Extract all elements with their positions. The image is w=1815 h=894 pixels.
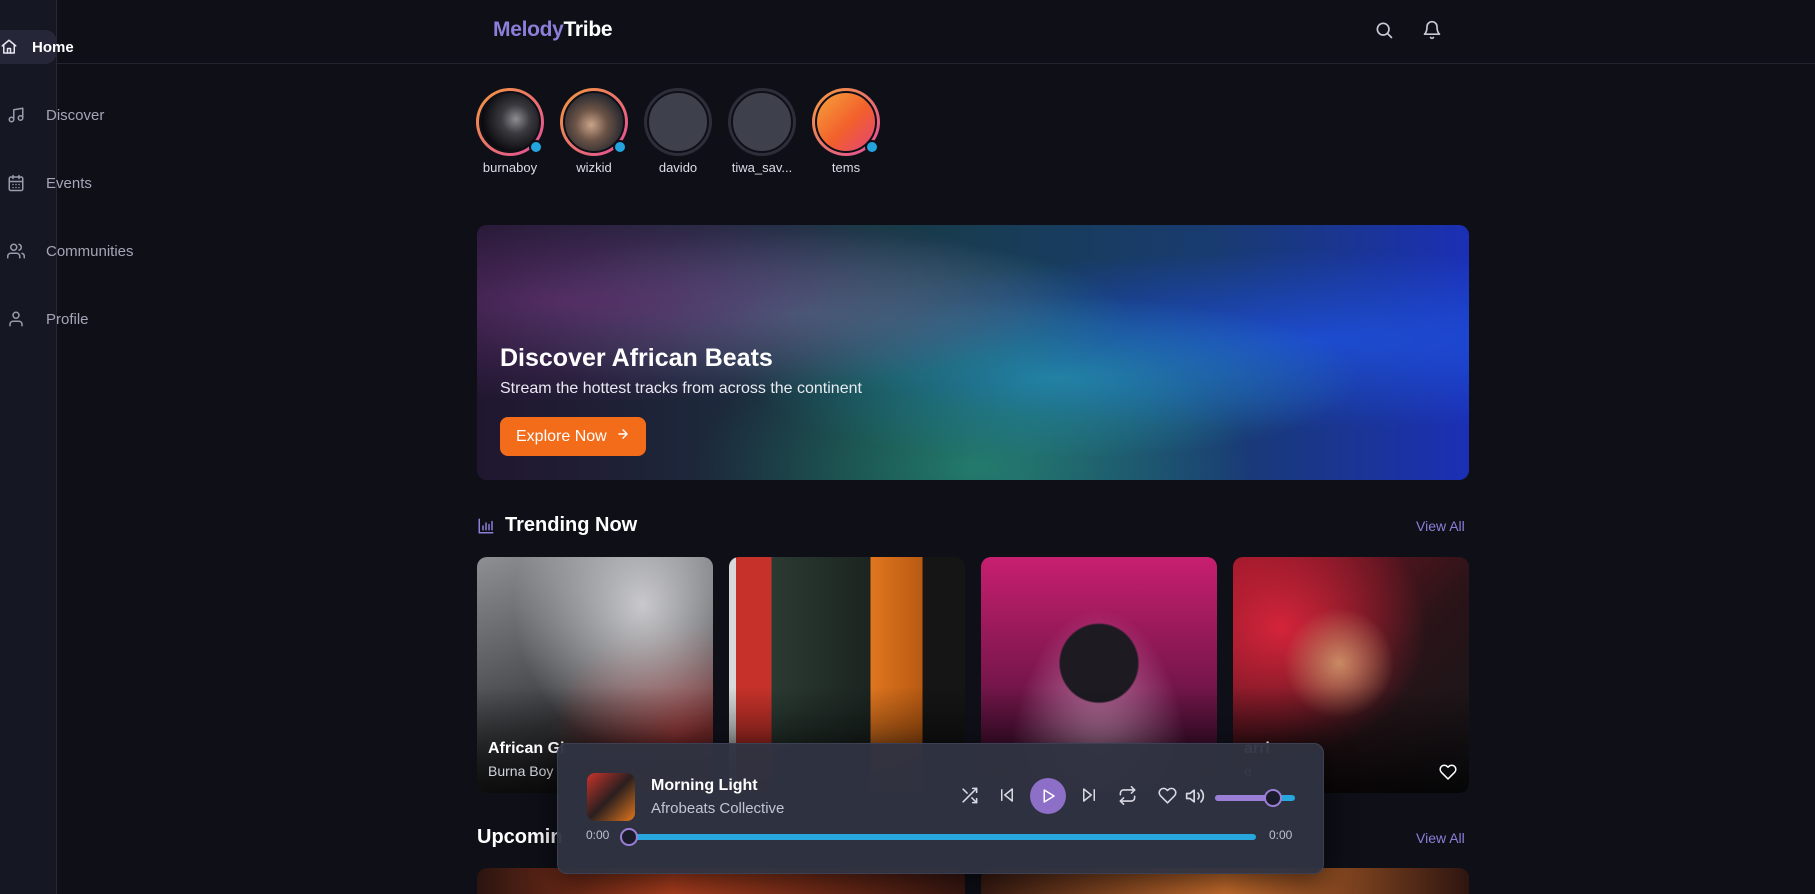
story-davido[interactable]: davido [638,88,718,175]
hero-title: Discover African Beats [500,344,773,372]
sidebar-item-label: Profile [46,310,89,328]
track-duration: 0:00 [1269,828,1293,842]
story-ring [812,88,880,156]
play-button[interactable] [1030,778,1066,814]
story-tems[interactable]: tems [806,88,886,175]
upcoming-view-all-link[interactable]: View All [1416,830,1465,846]
sidebar-item-label: Communities [46,242,134,260]
search-icon[interactable] [1373,19,1395,41]
story-wizkid[interactable]: wizkid [554,88,634,175]
app-logo[interactable]: MelodyTribe [493,18,613,42]
card-subtitle: Burna Boy [488,763,554,779]
skip-forward-icon[interactable] [1080,786,1098,804]
user-icon [0,310,32,328]
bell-icon[interactable] [1421,19,1443,41]
online-indicator [613,140,627,154]
story-name: tiwa_sav... [731,160,793,175]
current-time: 0:00 [586,828,610,842]
music-player: Morning Light Afrobeats Collective 0:00 … [557,743,1324,874]
bar-chart-icon [477,517,495,535]
story-tiwa-savage[interactable]: tiwa_sav... [722,88,802,175]
story-ring [476,88,544,156]
story-ring [644,88,712,156]
avatar [731,91,793,153]
skip-back-icon[interactable] [998,786,1016,804]
arrow-right-icon [616,427,630,446]
hero-subtitle: Stream the hottest tracks from across th… [500,380,862,397]
top-header: MelodyTribe [57,0,1815,64]
online-indicator [865,140,879,154]
play-icon [1039,787,1057,805]
home-icon [0,38,18,56]
story-name: burnaboy [482,160,538,175]
trending-title: Trending Now [505,514,638,536]
avatar [647,91,709,153]
explore-now-button[interactable]: Explore Now [500,417,646,456]
explore-now-label: Explore Now [516,427,607,445]
story-name: wizkid [576,160,612,175]
progress-bar[interactable] [620,828,1256,846]
music-note-icon [0,106,32,124]
sidebar-item-label: Discover [46,106,105,124]
sidebar-item-communities[interactable]: Communities [0,234,134,268]
track-artist: Afrobeats Collective [651,800,785,817]
upcoming-section-title: Upcomin [477,826,563,849]
story-name: tems [831,160,861,175]
hero-banner: Discover African Beats Stream the hottes… [477,225,1469,480]
track-title: Morning Light [651,777,758,794]
users-icon [0,242,32,260]
shuffle-icon[interactable] [960,786,979,805]
upcoming-title: Upcomin [477,826,563,848]
progress-thumb[interactable] [620,828,638,846]
card-title: African Gi [488,740,565,757]
calendar-icon [0,174,32,192]
repeat-icon[interactable] [1118,786,1137,805]
logo-part-tribe: Tribe [563,18,613,41]
online-indicator [529,140,543,154]
logo-part-melody: Melody [493,18,564,41]
sidebar-item-label: Events [46,174,92,192]
trending-section-title: Trending Now [477,514,637,537]
volume-slider[interactable] [1215,789,1295,807]
story-ring [560,88,628,156]
sidebar: Home Discover Events Communities Profile [0,0,134,894]
sidebar-item-profile[interactable]: Profile [0,302,89,336]
album-art [587,773,635,821]
heart-icon[interactable] [1439,763,1457,786]
volume-thumb[interactable] [1263,789,1282,807]
sidebar-item-events[interactable]: Events [0,166,92,200]
story-name: davido [658,160,698,175]
trending-view-all-link[interactable]: View All [1416,518,1465,534]
story-burnaboy[interactable]: burnaboy [470,88,550,175]
story-ring [728,88,796,156]
sidebar-item-discover[interactable]: Discover [0,98,104,132]
sidebar-item-home[interactable]: Home [0,30,74,64]
heart-icon[interactable] [1158,786,1177,805]
volume-icon[interactable] [1185,786,1205,806]
